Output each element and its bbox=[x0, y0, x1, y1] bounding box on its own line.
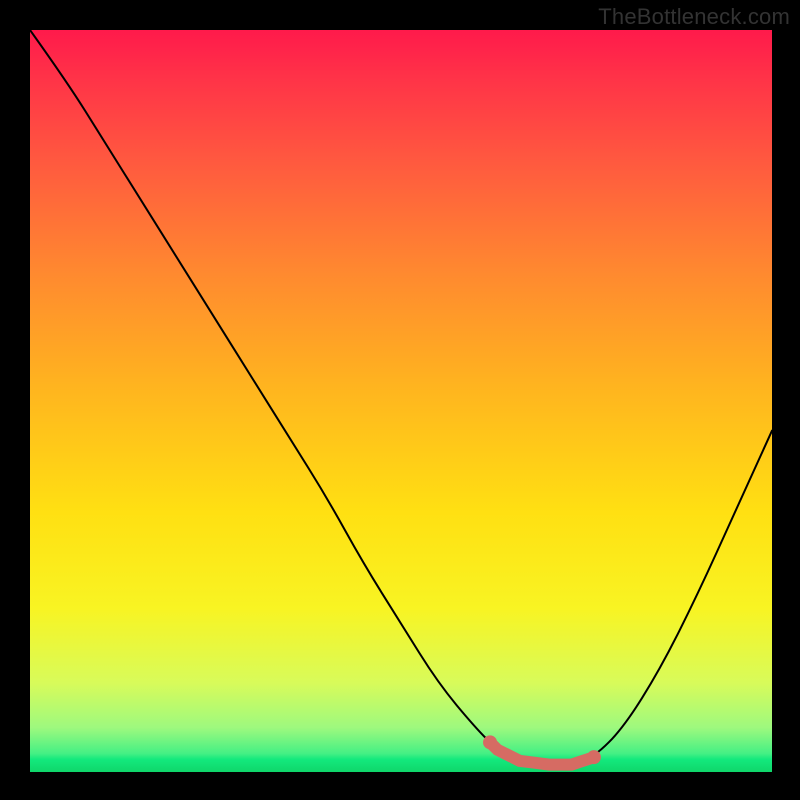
watermark-text: TheBottleneck.com bbox=[598, 4, 790, 30]
plot-area bbox=[30, 30, 772, 772]
curve-svg bbox=[30, 30, 772, 772]
bottleneck-curve bbox=[30, 30, 772, 765]
valley-highlight bbox=[490, 742, 594, 764]
valley-highlight-dot-left bbox=[483, 735, 497, 749]
chart-container: TheBottleneck.com bbox=[0, 0, 800, 800]
valley-highlight-dot-right bbox=[587, 750, 601, 764]
